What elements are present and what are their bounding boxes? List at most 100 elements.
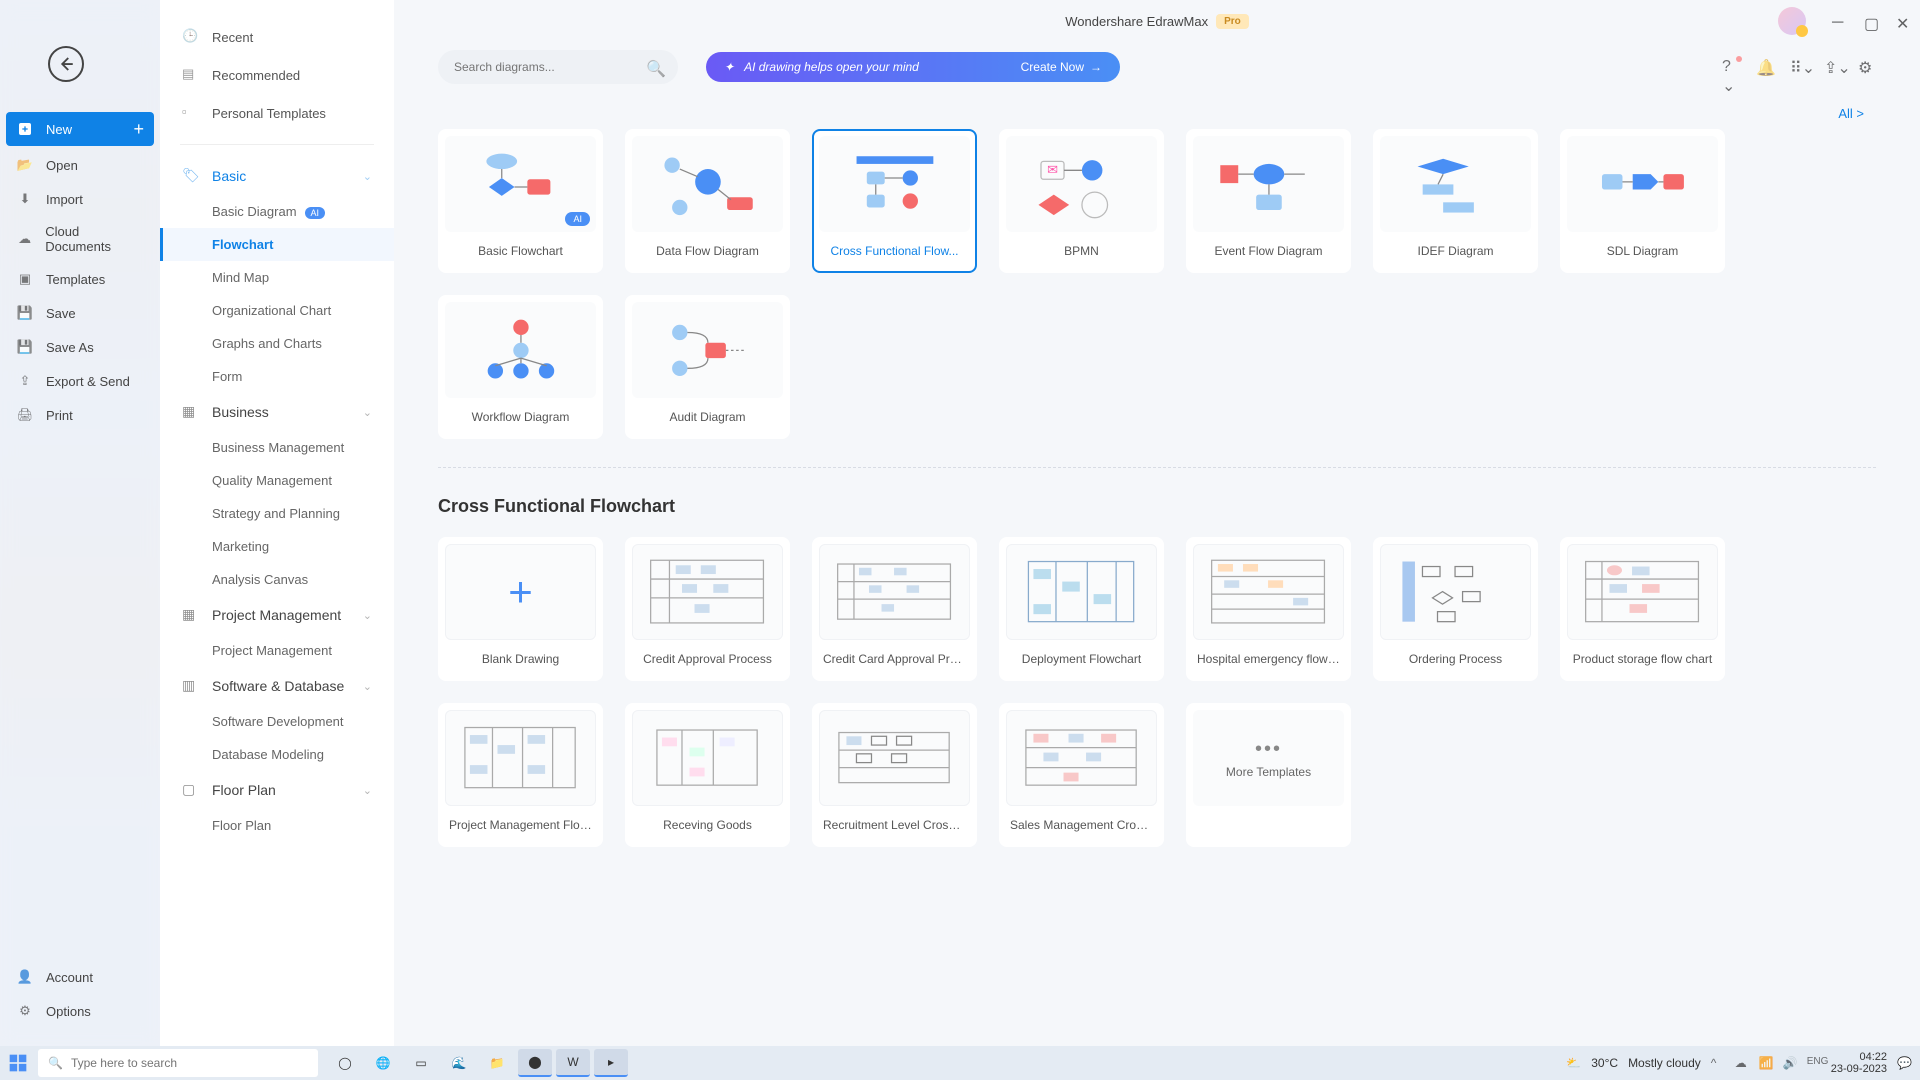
close-button[interactable]: ✕ bbox=[1896, 14, 1910, 28]
cat-org-chart[interactable]: Organizational Chart bbox=[160, 294, 394, 327]
cat-graphs[interactable]: Graphs and Charts bbox=[160, 327, 394, 360]
cat-recommended[interactable]: ▤ Recommended bbox=[160, 56, 394, 94]
template-ordering-process[interactable]: Ordering Process bbox=[1373, 537, 1538, 681]
nav-cloud-documents[interactable]: ☁ Cloud Documents bbox=[0, 216, 160, 262]
cat-project-management[interactable]: ▦ Project Management ⌄ bbox=[160, 596, 394, 634]
tray-language-icon[interactable]: ENG bbox=[1807, 1056, 1821, 1070]
search-box[interactable]: 🔍 bbox=[438, 50, 678, 84]
nav-import[interactable]: ⬇ Import bbox=[0, 182, 160, 216]
cat-mind-map[interactable]: Mind Map bbox=[160, 261, 394, 294]
diagram-card-workflow[interactable]: Workflow Diagram bbox=[438, 295, 603, 439]
cat-proj-mgmt-sub[interactable]: Project Management bbox=[160, 634, 394, 667]
nav-label: Account bbox=[46, 970, 93, 985]
help-icon[interactable]: ?⌄ bbox=[1722, 58, 1740, 76]
weather-icon[interactable]: ⛅ bbox=[1566, 1056, 1581, 1070]
cat-quality[interactable]: Quality Management bbox=[160, 464, 394, 497]
diagram-card-sdl[interactable]: SDL Diagram bbox=[1560, 129, 1725, 273]
share-icon[interactable]: ⇪⌄ bbox=[1824, 58, 1842, 76]
cat-marketing[interactable]: Marketing bbox=[160, 530, 394, 563]
nav-options[interactable]: ⚙ Options bbox=[0, 994, 160, 1028]
nav-save-as[interactable]: 💾 Save As bbox=[0, 330, 160, 364]
taskbar-search-input[interactable] bbox=[71, 1056, 308, 1070]
template-deployment-flowchart[interactable]: Deployment Flowchart bbox=[999, 537, 1164, 681]
template-credit-approval[interactable]: Credit Approval Process bbox=[625, 537, 790, 681]
bell-icon[interactable]: 🔔 bbox=[1756, 58, 1774, 76]
taskbar-app-word[interactable]: W bbox=[556, 1049, 590, 1077]
floorplan-icon: ▢ bbox=[182, 781, 200, 799]
cat-db-modeling[interactable]: Database Modeling bbox=[160, 738, 394, 771]
cat-label: Recent bbox=[212, 30, 253, 45]
search-icon: 🔍 bbox=[48, 1056, 63, 1070]
cat-analysis[interactable]: Analysis Canvas bbox=[160, 563, 394, 596]
diagram-card-data-flow[interactable]: Data Flow Diagram bbox=[625, 129, 790, 273]
cat-flowchart[interactable]: Flowchart bbox=[160, 228, 394, 261]
cat-software-database[interactable]: ▥ Software & Database ⌄ bbox=[160, 667, 394, 705]
cat-biz-mgmt[interactable]: Business Management bbox=[160, 431, 394, 464]
template-product-storage[interactable]: Product storage flow chart bbox=[1560, 537, 1725, 681]
nav-new[interactable]: New + bbox=[6, 112, 154, 146]
sparkle-icon: ✦ bbox=[724, 60, 734, 74]
clock-icon: 🕒 bbox=[182, 28, 200, 46]
plus-square-icon bbox=[16, 120, 34, 138]
cat-basic[interactable]: 🏷 Basic ⌄ bbox=[160, 157, 394, 195]
tray-notifications-icon[interactable]: 💬 bbox=[1897, 1056, 1912, 1070]
template-hospital-emergency[interactable]: Hospital emergency flow c... bbox=[1186, 537, 1351, 681]
template-more[interactable]: ••• More Templates bbox=[1186, 703, 1351, 847]
cat-floor-plan-sub[interactable]: Floor Plan bbox=[160, 809, 394, 842]
ai-create-now[interactable]: Create Now → bbox=[1021, 60, 1102, 74]
diagram-card-audit[interactable]: Audit Diagram bbox=[625, 295, 790, 439]
taskbar-app-globe[interactable]: 🌐 bbox=[366, 1049, 400, 1077]
card-label: Receving Goods bbox=[632, 806, 783, 840]
ai-banner[interactable]: ✦ AI drawing helps open your mind Create… bbox=[706, 52, 1120, 82]
taskbar-app-explorer[interactable]: 📁 bbox=[480, 1049, 514, 1077]
cat-form[interactable]: Form bbox=[160, 360, 394, 393]
tray-volume-icon[interactable]: 🔊 bbox=[1783, 1056, 1797, 1070]
taskbar-app-edraw[interactable]: ▸ bbox=[594, 1049, 628, 1077]
search-input[interactable] bbox=[454, 60, 646, 74]
tray-wifi-icon[interactable]: 📶 bbox=[1759, 1056, 1773, 1070]
taskbar-app-taskview[interactable]: ▭ bbox=[404, 1049, 438, 1077]
diagram-card-idef[interactable]: IDEF Diagram bbox=[1373, 129, 1538, 273]
nav-save[interactable]: 💾 Save bbox=[0, 296, 160, 330]
tray-chevron-icon[interactable]: ^ bbox=[1711, 1056, 1725, 1070]
card-label: Credit Approval Process bbox=[632, 640, 783, 674]
diagram-card-event-flow[interactable]: Event Flow Diagram bbox=[1186, 129, 1351, 273]
nav-export[interactable]: ⇪ Export & Send bbox=[0, 364, 160, 398]
cat-recent[interactable]: 🕒 Recent bbox=[160, 18, 394, 56]
tray-onedrive-icon[interactable]: ☁ bbox=[1735, 1056, 1749, 1070]
template-blank-drawing[interactable]: + Blank Drawing bbox=[438, 537, 603, 681]
nav-open[interactable]: 📂 Open bbox=[0, 148, 160, 182]
template-receving-goods[interactable]: Receving Goods bbox=[625, 703, 790, 847]
cat-floor-plan[interactable]: ▢ Floor Plan ⌄ bbox=[160, 771, 394, 809]
minimize-button[interactable]: ─ bbox=[1832, 14, 1846, 28]
nav-account[interactable]: 👤 Account bbox=[0, 960, 160, 994]
cat-strategy[interactable]: Strategy and Planning bbox=[160, 497, 394, 530]
cat-software-dev[interactable]: Software Development bbox=[160, 705, 394, 738]
gear-icon[interactable]: ⚙ bbox=[1858, 58, 1876, 76]
cat-personal-templates[interactable]: ▫ Personal Templates bbox=[160, 94, 394, 132]
taskbar-app-edge[interactable]: 🌊 bbox=[442, 1049, 476, 1077]
diagram-card-bpmn[interactable]: ✉ BPMN bbox=[999, 129, 1164, 273]
taskbar-search[interactable]: 🔍 bbox=[38, 1049, 318, 1077]
taskbar-clock[interactable]: 04:22 23-09-2023 bbox=[1831, 1051, 1887, 1075]
apps-icon[interactable]: ⠿⌄ bbox=[1790, 58, 1808, 76]
template-recruitment-level[interactable]: Recruitment Level Cross F... bbox=[812, 703, 977, 847]
maximize-button[interactable]: ▢ bbox=[1864, 14, 1878, 28]
template-sales-mgmt[interactable]: Sales Management Crossf... bbox=[999, 703, 1164, 847]
cat-label: Project Management bbox=[212, 607, 341, 623]
taskbar-app-chrome[interactable]: ⬤ bbox=[518, 1049, 552, 1077]
nav-print[interactable]: 🖨 Print bbox=[0, 398, 160, 432]
diagram-card-basic-flowchart[interactable]: Basic Flowchart bbox=[438, 129, 603, 273]
nav-templates[interactable]: ▣ Templates bbox=[0, 262, 160, 296]
start-button[interactable] bbox=[8, 1053, 28, 1073]
cat-business[interactable]: ▦ Business ⌄ bbox=[160, 393, 394, 431]
back-button[interactable] bbox=[48, 46, 84, 82]
template-credit-card-approval[interactable]: Credit Card Approval Proc... bbox=[812, 537, 977, 681]
diagram-card-cross-functional[interactable]: Cross Functional Flow... bbox=[812, 129, 977, 273]
taskbar-app-cortana[interactable]: ◯ bbox=[328, 1049, 362, 1077]
template-project-mgmt-flow[interactable]: Project Management Flow... bbox=[438, 703, 603, 847]
cat-basic-diagram[interactable]: Basic Diagram bbox=[160, 195, 394, 228]
avatar[interactable] bbox=[1778, 7, 1806, 35]
search-icon: 🔍 bbox=[646, 59, 662, 75]
all-link[interactable]: All > bbox=[1838, 92, 1920, 121]
